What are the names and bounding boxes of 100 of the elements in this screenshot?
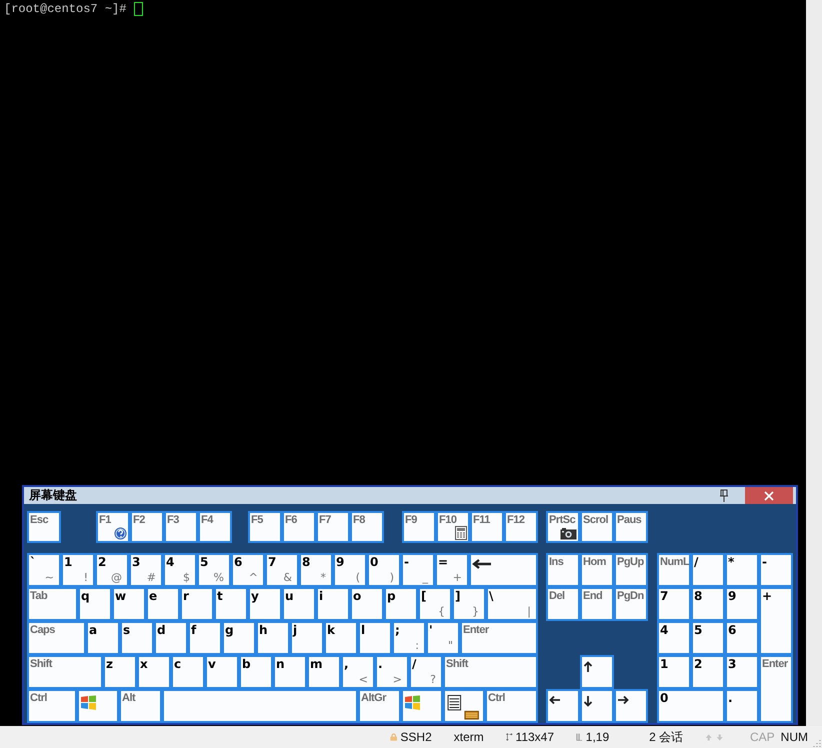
key[interactable]: Paus xyxy=(614,511,648,543)
key[interactable]: F9 xyxy=(402,511,436,543)
key[interactable]: Enter xyxy=(460,621,538,655)
key[interactable]: 9 ( xyxy=(333,553,367,587)
key[interactable]: s xyxy=(120,621,154,655)
key[interactable]: \ | xyxy=(486,587,538,621)
key[interactable]: 4 $ xyxy=(163,553,197,587)
key[interactable]: 5 % xyxy=(197,553,231,587)
space-key[interactable] xyxy=(162,689,358,723)
key[interactable]: b xyxy=(239,655,273,689)
key[interactable]: u xyxy=(282,587,316,621)
key[interactable]: / ? xyxy=(409,655,443,689)
key[interactable] xyxy=(580,655,614,689)
key[interactable] xyxy=(580,689,614,723)
key[interactable]: 0 ) xyxy=(367,553,401,587)
key[interactable]: = + xyxy=(435,553,469,587)
key[interactable]: 0 xyxy=(657,689,725,723)
key[interactable] xyxy=(546,689,580,723)
key[interactable]: j xyxy=(290,621,324,655)
key[interactable]: PrtSc xyxy=(546,511,580,543)
key[interactable]: r xyxy=(180,587,214,621)
key[interactable]: 3 # xyxy=(129,553,163,587)
key[interactable]: v xyxy=(205,655,239,689)
key[interactable]: 6 xyxy=(725,621,759,655)
key[interactable]: AltGr xyxy=(358,689,401,723)
key[interactable]: + xyxy=(759,587,793,655)
key[interactable] xyxy=(469,553,538,587)
key[interactable]: 9 xyxy=(725,587,759,621)
key[interactable]: 2 xyxy=(691,655,725,689)
key[interactable]: Del xyxy=(546,587,580,621)
key[interactable]: Shift xyxy=(443,655,538,689)
key[interactable]: Hom xyxy=(580,553,614,587)
key[interactable] xyxy=(614,689,648,723)
key[interactable]: Ctrl xyxy=(27,689,77,723)
key[interactable]: Esc xyxy=(27,511,61,543)
key[interactable]: * xyxy=(725,553,759,587)
key[interactable]: q xyxy=(78,587,112,621)
key[interactable]: n xyxy=(273,655,307,689)
key[interactable]: Tab xyxy=(27,587,78,621)
key[interactable]: 7 xyxy=(657,587,691,621)
key[interactable]: ] } xyxy=(452,587,486,621)
key[interactable]: - _ xyxy=(401,553,435,587)
key[interactable]: 5 xyxy=(691,621,725,655)
key[interactable]: Scrol xyxy=(580,511,614,543)
key[interactable]: l xyxy=(358,621,392,655)
key[interactable]: m xyxy=(307,655,341,689)
key[interactable]: Enter xyxy=(759,655,793,723)
key[interactable]: F6 xyxy=(282,511,316,543)
key[interactable]: F1 xyxy=(96,511,130,543)
key[interactable]: PgUp xyxy=(614,553,648,587)
key[interactable]: f xyxy=(188,621,222,655)
key[interactable]: ' " xyxy=(426,621,460,655)
key[interactable]: F10 xyxy=(436,511,470,543)
key[interactable]: [ { xyxy=(418,587,452,621)
key[interactable]: 7 & xyxy=(265,553,299,587)
key[interactable]: Shift xyxy=(27,655,103,689)
key[interactable]: 2 @ xyxy=(95,553,129,587)
key[interactable]: 1 xyxy=(657,655,691,689)
key[interactable]: Ins xyxy=(546,553,580,587)
key[interactable]: F11 xyxy=(470,511,504,543)
key[interactable]: k xyxy=(324,621,358,655)
key[interactable]: F7 xyxy=(316,511,350,543)
key[interactable]: 3 xyxy=(725,655,759,689)
key[interactable]: ; : xyxy=(392,621,426,655)
key[interactable]: g xyxy=(222,621,256,655)
close-button[interactable] xyxy=(745,487,793,504)
key[interactable]: e xyxy=(146,587,180,621)
key[interactable]: . xyxy=(725,689,759,723)
key[interactable]: 8 xyxy=(691,587,725,621)
key[interactable]: t xyxy=(214,587,248,621)
key[interactable]: End xyxy=(580,587,614,621)
key[interactable]: ` ~ xyxy=(27,553,61,587)
key[interactable]: a xyxy=(86,621,120,655)
key[interactable]: h xyxy=(256,621,290,655)
key[interactable]: F3 xyxy=(164,511,198,543)
key[interactable]: PgDn xyxy=(614,587,648,621)
key[interactable]: F4 xyxy=(198,511,232,543)
scrollbar[interactable] xyxy=(806,0,822,726)
key[interactable]: y xyxy=(248,587,282,621)
key[interactable]: Ctrl xyxy=(485,689,538,723)
key[interactable]: o xyxy=(350,587,384,621)
key[interactable]: 1 ! xyxy=(61,553,95,587)
key[interactable]: d xyxy=(154,621,188,655)
pin-icon[interactable] xyxy=(719,489,729,502)
key[interactable]: F12 xyxy=(504,511,538,543)
key[interactable]: F2 xyxy=(130,511,164,543)
key[interactable]: i xyxy=(316,587,350,621)
key[interactable]: x xyxy=(137,655,171,689)
key[interactable]: Caps xyxy=(27,621,86,655)
key[interactable]: 4 xyxy=(657,621,691,655)
key[interactable]: - xyxy=(759,553,793,587)
key[interactable]: 8 * xyxy=(299,553,333,587)
key[interactable]: z xyxy=(103,655,137,689)
key[interactable]: , < xyxy=(341,655,375,689)
key[interactable]: p xyxy=(384,587,418,621)
key[interactable]: F8 xyxy=(350,511,384,543)
key[interactable] xyxy=(443,689,485,723)
key[interactable]: c xyxy=(171,655,205,689)
key[interactable]: w xyxy=(112,587,146,621)
key[interactable]: . > xyxy=(375,655,409,689)
